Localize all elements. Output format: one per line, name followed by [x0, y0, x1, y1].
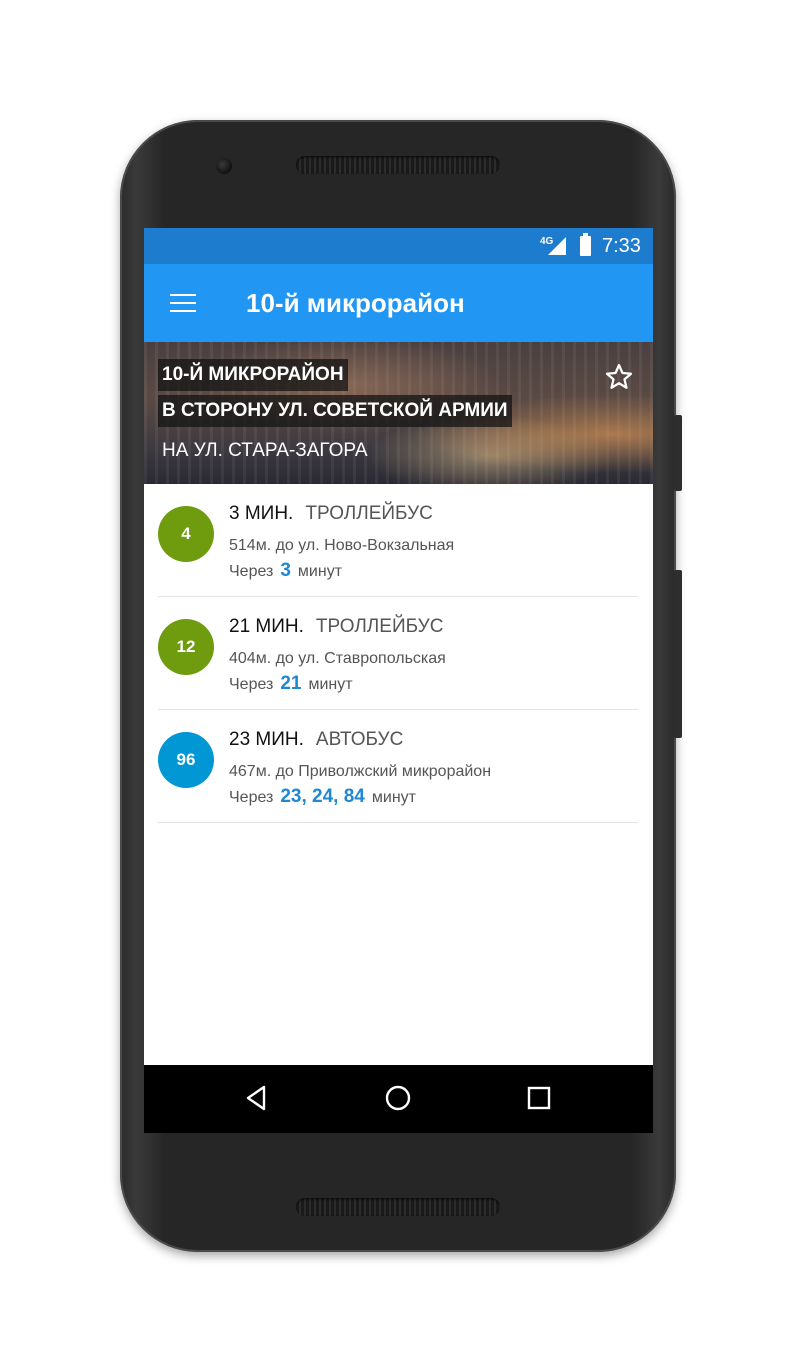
front-camera: [216, 158, 232, 174]
eta-suffix: минут: [297, 563, 343, 580]
eta-values: 21: [280, 673, 302, 694]
list-item[interactable]: 4 3 МИН. ТРОЛЛЕЙБУС 514м. до ул. Ново-Вок…: [158, 484, 638, 597]
battery-icon: [580, 233, 591, 256]
eta-prefix: Через: [229, 789, 274, 806]
back-triangle-icon[interactable]: [242, 1083, 272, 1113]
arrival-minutes: 21 МИН.: [229, 616, 304, 637]
route-badge: 96: [158, 732, 214, 788]
phone-screen: 4G 7:33 10-й микрорайон 10-Й МИКРОРАЙОН …: [144, 228, 653, 1133]
route-badge: 12: [158, 619, 214, 675]
eta-suffix: минут: [308, 676, 353, 693]
eta-line: Через 3 минут: [229, 560, 342, 582]
app-bar: 10-й микрорайон: [144, 264, 653, 342]
list-item[interactable]: 12 21 МИН. ТРОЛЛЕЙБУС 404м. до ул. Ставро…: [158, 597, 638, 710]
arrival-minutes: 23 МИН.: [229, 729, 304, 750]
transport-type: ТРОЛЛЕЙБУС: [315, 616, 444, 637]
menu-icon[interactable]: [170, 294, 196, 314]
stop-street: НА УЛ. СТАРА-ЗАГОРА: [162, 440, 368, 461]
star-outline-icon[interactable]: [604, 362, 634, 392]
list-item[interactable]: 96 23 МИН. АВТОБУС 467м. до Приволжский м…: [158, 710, 638, 823]
route-badge: 4: [158, 506, 214, 562]
navigation-bar: [144, 1065, 653, 1133]
stop-header: 10-Й МИКРОРАЙОН В СТОРОНУ УЛ. СОВЕТСКОЙ …: [144, 342, 653, 484]
eta-line: Через 21 минут: [229, 673, 353, 695]
volume-button: [674, 570, 682, 738]
arrivals-list: 4 3 МИН. ТРОЛЛЕЙБУС 514м. до ул. Ново-Вок…: [158, 484, 638, 823]
arrival-heading: 23 МИН. АВТОБУС: [229, 729, 403, 751]
eta-prefix: Через: [229, 563, 274, 580]
signal-icon: [548, 237, 566, 255]
transport-type: АВТОБУС: [315, 729, 404, 750]
status-time: 7:33: [602, 235, 641, 257]
arrival-heading: 3 МИН. ТРОЛЛЕЙБУС: [229, 503, 433, 525]
arrival-minutes: 3 МИН.: [229, 503, 294, 524]
vehicle-distance: 467м. до Приволжский микрорайон: [229, 763, 492, 780]
arrival-heading: 21 МИН. ТРОЛЛЕЙБУС: [229, 616, 443, 638]
eta-prefix: Через: [229, 676, 274, 693]
eta-line: Через 23, 24, 84 минут: [229, 786, 416, 808]
transport-type: ТРОЛЛЕЙБУС: [305, 503, 433, 524]
bottom-speaker: [296, 1198, 500, 1216]
vehicle-distance: 514м. до ул. Ново-Вокзальная: [229, 537, 455, 554]
vehicle-distance: 404м. до ул. Ставропольская: [229, 650, 446, 667]
eta-values: 23, 24, 84: [280, 786, 365, 807]
recent-square-icon[interactable]: [524, 1083, 554, 1113]
eta-suffix: минут: [371, 789, 416, 806]
app-title: 10-й микрорайон: [246, 288, 465, 318]
stop-name: 10-Й МИКРОРАЙОН: [158, 359, 348, 391]
home-circle-icon[interactable]: [383, 1083, 413, 1113]
power-button: [674, 415, 682, 491]
stop-direction: В СТОРОНУ УЛ. СОВЕТСКОЙ АРМИИ: [158, 395, 512, 427]
eta-values: 3: [280, 560, 291, 581]
status-bar: 4G 7:33: [144, 228, 653, 264]
earpiece-speaker: [296, 156, 500, 174]
